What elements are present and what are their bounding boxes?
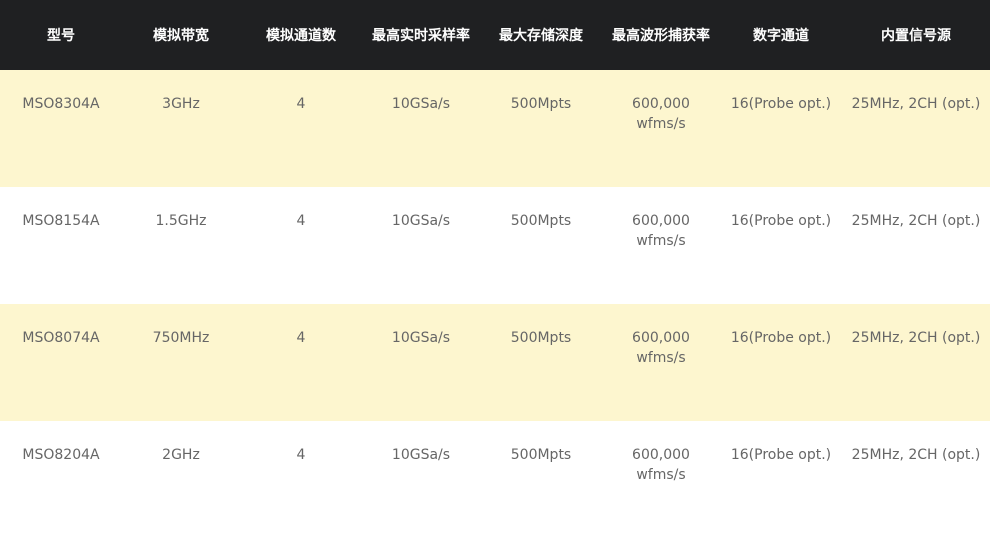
cell-max-memory-depth: 500Mpts: [510, 447, 572, 463]
cell-max-waveform-capture-rate: 600,000 wfms/s: [632, 447, 690, 483]
cell-analog-bandwidth: 750MHz: [152, 330, 210, 346]
table-row: MSO8074A 750MHz 4 10GSa/s 500Mpts 600,00…: [0, 304, 990, 421]
cell-analog-channels: 4: [296, 330, 306, 346]
table-body: MSO8304A 3GHz 4 10GSa/s 500Mpts 600,000 …: [0, 70, 990, 538]
cell-digital-channels: 16(Probe opt.): [730, 96, 832, 112]
header-built-in-signal-source: 内置信号源: [881, 28, 951, 44]
cell-analog-bandwidth: 2GHz: [162, 447, 200, 463]
cell-max-waveform-capture-rate: 600,000 wfms/s: [632, 330, 690, 366]
cell-analog-bandwidth: 1.5GHz: [155, 213, 207, 229]
cell-built-in-signal-source: 25MHz, 2CH (opt.): [851, 447, 981, 463]
cell-analog-channels: 4: [296, 96, 306, 112]
cell-model: MSO8304A: [22, 96, 100, 112]
cell-max-waveform-capture-rate: 600,000 wfms/s: [632, 213, 690, 249]
cell-analog-channels: 4: [296, 213, 306, 229]
table-row: MSO8304A 3GHz 4 10GSa/s 500Mpts 600,000 …: [0, 70, 990, 187]
table-row: MSO8154A 1.5GHz 4 10GSa/s 500Mpts 600,00…: [0, 187, 990, 304]
header-row: 型号 模拟带宽 模拟通道数 最高实时采样率 最大存储深度 最高波形捕获率 数字通…: [0, 0, 990, 70]
cell-max-memory-depth: 500Mpts: [510, 96, 572, 112]
cell-analog-channels: 4: [296, 447, 306, 463]
cell-max-sample-rate: 10GSa/s: [391, 447, 451, 463]
cell-max-sample-rate: 10GSa/s: [391, 96, 451, 112]
cell-analog-bandwidth: 3GHz: [162, 96, 200, 112]
header-max-memory-depth: 最大存储深度: [499, 28, 583, 44]
cell-max-sample-rate: 10GSa/s: [391, 213, 451, 229]
header-analog-channels: 模拟通道数: [266, 28, 336, 44]
cell-model: MSO8074A: [22, 330, 100, 346]
cell-digital-channels: 16(Probe opt.): [730, 213, 832, 229]
cell-digital-channels: 16(Probe opt.): [730, 330, 832, 346]
cell-max-memory-depth: 500Mpts: [510, 330, 572, 346]
header-analog-bandwidth: 模拟带宽: [153, 28, 209, 44]
spec-table: 型号 模拟带宽 模拟通道数 最高实时采样率 最大存储深度 最高波形捕获率 数字通…: [0, 0, 990, 538]
cell-model: MSO8204A: [22, 447, 100, 463]
cell-model: MSO8154A: [22, 213, 100, 229]
cell-max-sample-rate: 10GSa/s: [391, 330, 451, 346]
cell-built-in-signal-source: 25MHz, 2CH (opt.): [851, 330, 981, 346]
table-row: MSO8204A 2GHz 4 10GSa/s 500Mpts 600,000 …: [0, 421, 990, 538]
header-max-sample-rate: 最高实时采样率: [372, 28, 470, 44]
cell-max-memory-depth: 500Mpts: [510, 213, 572, 229]
header-model: 型号: [47, 28, 75, 44]
table-header: 型号 模拟带宽 模拟通道数 最高实时采样率 最大存储深度 最高波形捕获率 数字通…: [0, 0, 990, 70]
header-digital-channels: 数字通道: [753, 28, 809, 44]
cell-digital-channels: 16(Probe opt.): [730, 447, 832, 463]
cell-built-in-signal-source: 25MHz, 2CH (opt.): [851, 213, 981, 229]
header-max-waveform-capture-rate: 最高波形捕获率: [612, 28, 710, 44]
cell-built-in-signal-source: 25MHz, 2CH (opt.): [851, 96, 981, 112]
cell-max-waveform-capture-rate: 600,000 wfms/s: [632, 96, 690, 132]
